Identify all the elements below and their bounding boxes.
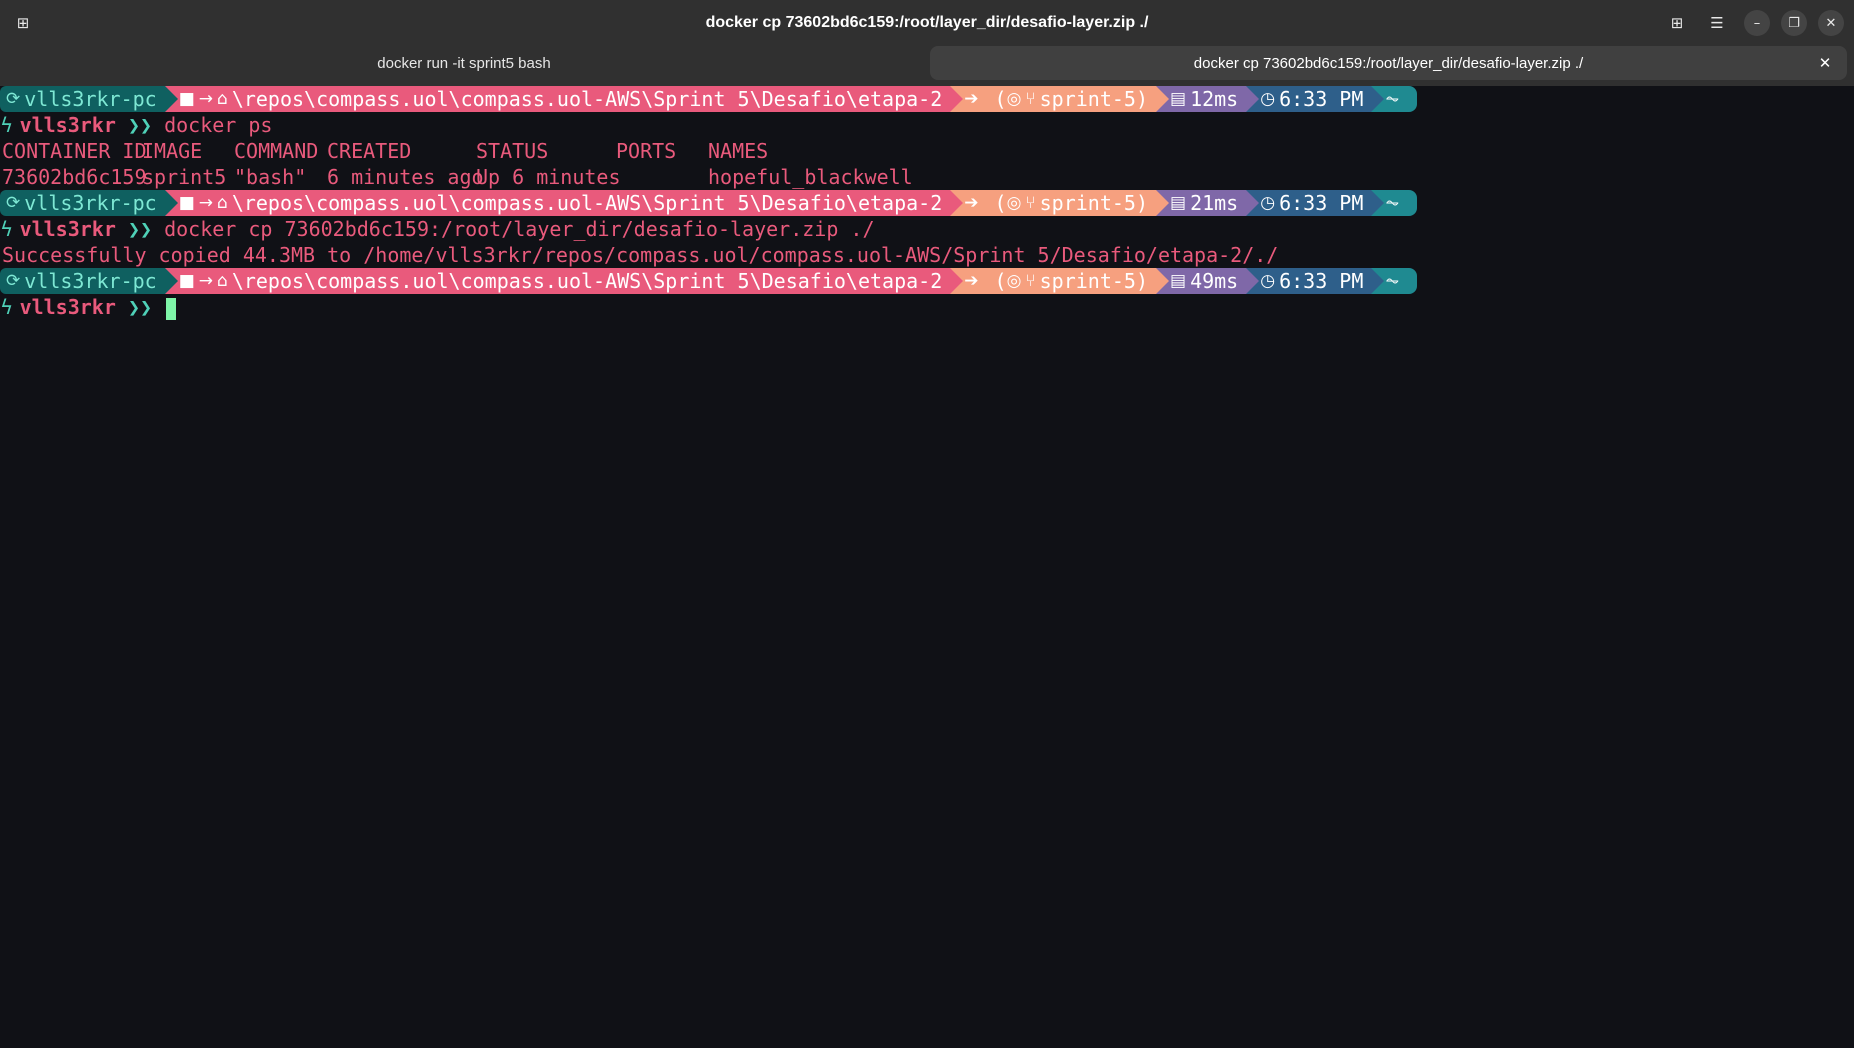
title-bar: ⊞ docker cp 73602bd6c159:/root/layer_dir… [0, 0, 1854, 86]
maximize-button[interactable]: ❐ [1781, 10, 1807, 36]
stopwatch-icon: ▤ [1170, 271, 1187, 291]
github-icon: ◎ [1006, 89, 1022, 109]
prompt-arrow: ❯❯ [127, 113, 153, 137]
branch-icon: ⑂ [1025, 89, 1036, 109]
text-cursor[interactable] [166, 297, 177, 320]
branch-icon: ⑂ [1025, 193, 1036, 213]
command-line: ϟ vlls3rkr ❯❯ [0, 294, 177, 320]
powerline-prompt: ⟳ vlls3rkr-pc ■ → ⌂ \repos\compass.uol\compa… [0, 190, 1418, 216]
prompt-user: vlls3rkr [19, 113, 116, 137]
prompt-user: vlls3rkr [19, 295, 116, 319]
time-segment: ◷ 6:33 PM [1246, 268, 1385, 294]
prompt-arrow: ❯❯ [127, 217, 153, 241]
pulse-icon: ⏦ [1385, 89, 1400, 109]
tab-label: docker run -it sprint5 bash [377, 54, 551, 72]
exec-time-segment: ▤ 12ms [1156, 86, 1260, 112]
header-command: COMMAND [234, 139, 319, 163]
time-segment: ◷ 6:33 PM [1246, 86, 1385, 112]
header-names: NAMES [708, 139, 769, 163]
arrow-icon: → [198, 271, 214, 291]
time-segment: ◷ 6:33 PM [1246, 190, 1385, 216]
arrow-right-icon: ➔ [964, 193, 979, 213]
command-text: docker ps [164, 113, 273, 137]
command-text: docker cp 73602bd6c159:/root/layer_dir/d… [164, 217, 875, 241]
lightning-icon: ϟ [0, 113, 20, 137]
arrow-icon: → [198, 89, 214, 109]
prompt-arrow: ❯❯ [127, 295, 153, 319]
header-created: CREATED [327, 139, 412, 163]
header-ports: PORTS [616, 139, 677, 163]
tab-docker-run[interactable]: docker run -it sprint5 bash [0, 46, 928, 80]
menu-icon[interactable]: ☰ [1704, 11, 1730, 35]
git-segment: ➔ (◎ ⑂ sprint-5) [950, 268, 1169, 294]
tab-label: docker cp 73602bd6c159:/root/layer_dir/d… [1193, 54, 1584, 72]
branch-icon: ⑂ [1025, 271, 1036, 291]
docker-ps-row: 73602bd6c159 sprint5 "bash" 6 minutes ag… [0, 164, 1854, 190]
command-line: ϟ vlls3rkr ❯❯ docker cp 73602bd6c159:/ro… [0, 216, 875, 242]
pulse-icon: ⏦ [1385, 271, 1400, 291]
window-title: docker cp 73602bd6c159:/root/layer_dir/d… [705, 14, 1149, 31]
home-icon: ⌂ [217, 271, 228, 291]
cell-command: "bash" [234, 165, 307, 189]
host-segment: ⟳ vlls3rkr-pc [0, 268, 178, 294]
grid-view-icon[interactable]: ⊞ [1664, 11, 1690, 35]
header-image: IMAGE [142, 139, 203, 163]
exec-time-segment: ▤ 49ms [1156, 268, 1260, 294]
clock-icon: ◷ [1260, 271, 1276, 291]
refresh-icon: ⟳ [6, 271, 21, 291]
home-icon: ⌂ [217, 193, 228, 213]
docker-ps-header: CONTAINER ID IMAGE COMMAND CREATED STATU… [0, 138, 1854, 164]
cell-created: 6 minutes ago [327, 165, 484, 189]
tab-close-icon[interactable]: ✕ [1813, 51, 1837, 75]
github-icon: ◎ [1006, 271, 1022, 291]
pulse-icon: ⏦ [1385, 193, 1400, 213]
header-status: STATUS [476, 139, 549, 163]
folder-icon: ■ [178, 271, 195, 291]
lightning-icon: ϟ [0, 217, 20, 241]
git-segment: ➔ (◎ ⑂ sprint-5) [950, 190, 1169, 216]
cell-container-id: 73602bd6c159 [2, 165, 147, 189]
folder-icon: ■ [178, 193, 195, 213]
cell-image: sprint5 [142, 165, 227, 189]
cp-output: Successfully copied 44.3MB to /home/vlls… [2, 243, 1279, 267]
minimize-button[interactable]: – [1744, 10, 1770, 36]
folder-icon: ■ [178, 89, 195, 109]
cell-status: Up 6 minutes [476, 165, 621, 189]
arrow-right-icon: ➔ [964, 89, 979, 109]
home-icon: ⌂ [217, 89, 228, 109]
powerline-prompt: ⟳ vlls3rkr-pc ■ → ⌂ \repos\compass.uol\compa… [0, 268, 1418, 294]
exec-time-segment: ▤ 21ms [1156, 190, 1260, 216]
git-segment: ➔ (◎ ⑂ sprint-5) [950, 86, 1169, 112]
stopwatch-icon: ▤ [1170, 193, 1187, 213]
path-segment: ■ → ⌂ \repos\compass.uol\compass.uol-AWS\Sp… [164, 86, 963, 112]
cell-names: hopeful_blackwell [708, 165, 913, 189]
clock-icon: ◷ [1260, 193, 1276, 213]
tab-docker-cp[interactable]: docker cp 73602bd6c159:/root/layer_dir/d… [930, 46, 1847, 80]
host-segment: ⟳ vlls3rkr-pc [0, 86, 178, 112]
arrow-icon: → [198, 193, 214, 213]
refresh-icon: ⟳ [6, 193, 21, 213]
command-line: ϟ vlls3rkr ❯❯ docker ps [0, 112, 272, 138]
refresh-icon: ⟳ [6, 89, 21, 109]
arrow-right-icon: ➔ [964, 271, 979, 291]
terminal-area[interactable]: ⟳ vlls3rkr-pc ■ → ⌂ \repos\compass.uol\compa… [0, 86, 1854, 1048]
stopwatch-icon: ▤ [1170, 89, 1187, 109]
lightning-icon: ϟ [0, 295, 20, 319]
host-segment: ⟳ vlls3rkr-pc [0, 190, 178, 216]
path-segment: ■ → ⌂ \repos\compass.uol\compass.uol-AWS\Sp… [164, 190, 963, 216]
prompt-user: vlls3rkr [19, 217, 116, 241]
header-container-id: CONTAINER ID [2, 139, 147, 163]
path-segment: ■ → ⌂ \repos\compass.uol\compass.uol-AWS\Sp… [164, 268, 963, 294]
close-window-button[interactable]: ✕ [1818, 10, 1844, 36]
powerline-prompt: ⟳ vlls3rkr-pc ■ → ⌂ \repos\compass.uol\compa… [0, 86, 1418, 112]
github-icon: ◎ [1006, 193, 1022, 213]
clock-icon: ◷ [1260, 89, 1276, 109]
